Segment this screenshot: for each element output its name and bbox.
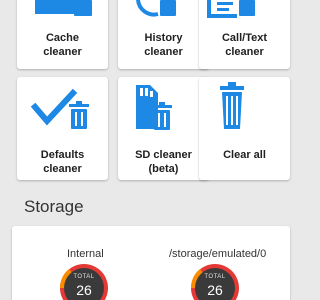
tile-call-text-cleaner[interactable]: Call/Text cleaner: [199, 0, 290, 69]
storage-volume-label: /storage/emulated/0: [169, 248, 267, 260]
gauge-total-label: TOTAL: [73, 274, 95, 280]
storage-volume-label: Internal: [67, 248, 104, 260]
storage-gauge-internal[interactable]: TOTAL 26: [59, 263, 109, 300]
tile-defaults-cleaner[interactable]: Defaults cleaner: [17, 77, 108, 180]
tile-label-line: (beta): [148, 163, 179, 175]
gauge-total-label: TOTAL: [204, 274, 226, 280]
gauge-total-value: 26: [207, 282, 223, 298]
tile-label-line: cleaner: [43, 163, 82, 175]
tile-label-line: Call/Text: [221, 32, 268, 44]
storage-section-title: Storage: [24, 197, 84, 216]
storage-card: Internal /storage/emulated/0 TOTAL 26 TO…: [12, 226, 290, 300]
tile-label-line: Clear all: [223, 149, 266, 161]
tile-label-line: cleaner: [43, 46, 82, 58]
trash-can-icon: [220, 82, 244, 129]
tile-label-line: cleaner: [144, 46, 183, 58]
tile-label-line: Cache: [45, 32, 80, 44]
storage-gauge-emulated[interactable]: TOTAL 26: [190, 263, 240, 300]
tile-label-line: Defaults: [40, 149, 85, 161]
tile-sd-cleaner[interactable]: SD cleaner (beta): [118, 77, 209, 180]
tile-clear-all[interactable]: Clear all: [199, 77, 290, 180]
tile-label-line: SD cleaner: [135, 149, 192, 161]
tile-cache-cleaner[interactable]: Cache cleaner: [17, 0, 108, 69]
tile-history-cleaner[interactable]: History cleaner: [118, 0, 209, 69]
tile-label-line: cleaner: [225, 46, 264, 58]
tile-label-line: History: [144, 32, 183, 44]
gauge-total-value: 26: [76, 282, 92, 298]
